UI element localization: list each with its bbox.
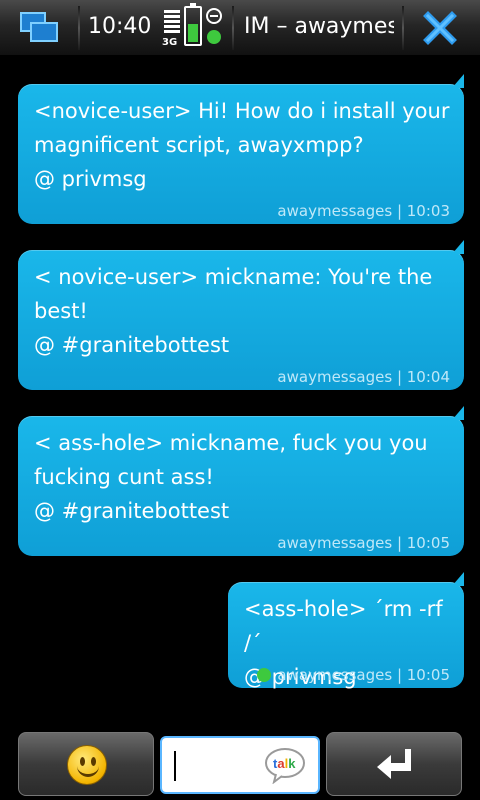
status-separator (232, 6, 234, 50)
text-caret (174, 751, 176, 781)
message-text: < novice-user> mickname: You're the best… (34, 260, 450, 362)
message-text: < ass-hole> mickname, fuck you you fucki… (34, 426, 450, 528)
message-line: @ #granitebottest (34, 333, 230, 357)
battery-icon (184, 3, 202, 46)
clock: 10:40 (88, 14, 152, 39)
message-line: fucking cunt ass! (34, 465, 214, 489)
message-bubble[interactable]: < novice-user> mickname: You're the best… (18, 240, 464, 390)
send-button[interactable] (326, 732, 462, 796)
message-line: @ privmsg (34, 167, 147, 191)
message-bubble[interactable]: <novice-user> Hi! How do i install your … (18, 74, 464, 224)
presence-icon (206, 8, 224, 48)
svg-text:talk: talk (273, 756, 296, 771)
status-separator (78, 6, 80, 50)
window-title[interactable]: IM – awaymes (244, 14, 394, 39)
emoticon-button[interactable] (18, 732, 154, 796)
signal-icon: 3G (162, 8, 182, 48)
message-line: best! (34, 299, 88, 323)
online-status-icon (257, 668, 272, 682)
talk-icon: talk (264, 746, 306, 785)
message-line: < novice-user> mickname: You're the (34, 265, 433, 289)
message-line: <ass-hole> ´rm -rf /´ (244, 597, 443, 655)
task-switcher-icon[interactable] (20, 12, 60, 44)
message-line: @ #granitebottest (34, 499, 230, 523)
message-meta: awaymessages | 10:05 (277, 534, 450, 552)
message-meta-text: awaymessages | 10:05 (277, 666, 450, 684)
status-separator (402, 6, 404, 50)
status-bar: 10:40 3G IM – awaymes (0, 0, 480, 56)
message-meta: awaymessages | 10:03 (277, 202, 450, 220)
message-meta: awaymessages | 10:05 (257, 666, 450, 684)
message-bubble[interactable]: < ass-hole> mickname, fuck you you fucki… (18, 406, 464, 556)
message-line: magnificent script, awayxmpp? (34, 133, 364, 157)
message-input[interactable]: talk (160, 736, 320, 794)
network-type: 3G (162, 37, 178, 48)
smiley-icon (67, 745, 107, 785)
message-text: <novice-user> Hi! How do i install your … (34, 94, 450, 196)
message-bubble[interactable]: <ass-hole> ´rm -rf /´ @ privmsg awaymess… (228, 572, 464, 689)
message-line: <novice-user> Hi! How do i install your (34, 99, 450, 123)
close-icon[interactable] (420, 8, 460, 48)
enter-icon (375, 747, 415, 783)
message-line: < ass-hole> mickname, fuck you you (34, 431, 428, 455)
message-meta: awaymessages | 10:04 (277, 368, 450, 386)
